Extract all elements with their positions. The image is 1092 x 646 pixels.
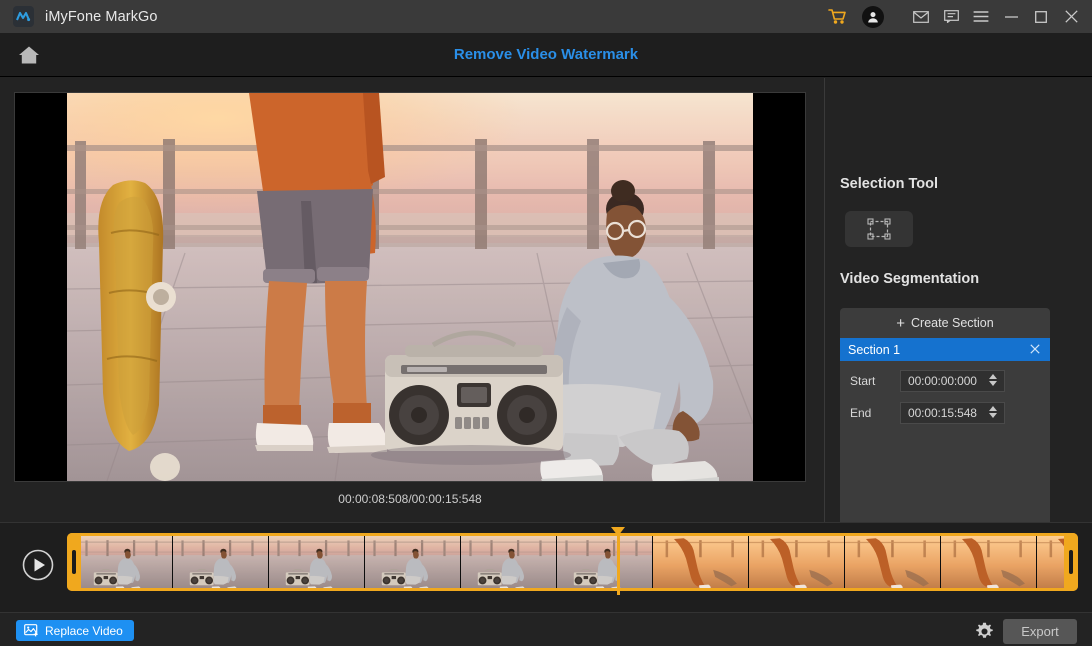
preview-timecode: 00:00:08:508/00:00:15:548 bbox=[338, 492, 482, 506]
stepper-arrows[interactable] bbox=[989, 406, 997, 418]
end-label: End bbox=[850, 406, 872, 420]
timeline-thumbnail bbox=[365, 536, 461, 588]
export-label: Export bbox=[1021, 624, 1059, 639]
replace-video-button[interactable]: Replace Video bbox=[16, 620, 134, 641]
handle-grip bbox=[72, 550, 76, 574]
end-field-row: End 00:00:15:548 bbox=[840, 402, 1050, 424]
plus-icon: + bbox=[896, 314, 906, 332]
feedback-icon[interactable] bbox=[936, 0, 966, 33]
start-field-row: Start 00:00:00:000 bbox=[840, 370, 1050, 392]
chevron-up-icon[interactable] bbox=[989, 374, 997, 379]
markgo-logo-icon bbox=[13, 6, 34, 27]
video-canvas[interactable] bbox=[15, 93, 805, 481]
timeline-thumbnail bbox=[653, 536, 749, 588]
section-row[interactable]: Section 1 bbox=[840, 338, 1050, 361]
video-preview[interactable] bbox=[14, 92, 806, 482]
video-frame bbox=[67, 93, 753, 481]
timeline-thumbnail bbox=[557, 536, 653, 588]
timeline-thumbnail bbox=[749, 536, 845, 588]
chevron-down-icon[interactable] bbox=[989, 413, 997, 418]
create-section-button[interactable]: + Create Section bbox=[840, 308, 1050, 338]
close-icon[interactable] bbox=[1027, 341, 1043, 357]
video-segmentation-heading: Video Segmentation bbox=[840, 271, 980, 287]
end-time-stepper[interactable]: 00:00:15:548 bbox=[900, 402, 1005, 424]
export-button[interactable]: Export bbox=[1003, 619, 1077, 644]
end-time-value: 00:00:15:548 bbox=[908, 406, 977, 420]
bottom-bar: Replace Video Export bbox=[0, 612, 1092, 646]
controls-spacer bbox=[892, 0, 906, 33]
section-name: Section 1 bbox=[848, 342, 901, 357]
menu-icon[interactable] bbox=[966, 0, 996, 33]
timeline-thumbnail bbox=[941, 536, 1037, 588]
maximize-icon[interactable] bbox=[1026, 0, 1056, 33]
page-title: Remove Video Watermark bbox=[453, 46, 639, 63]
trim-handle-left[interactable] bbox=[67, 533, 81, 591]
window-controls bbox=[820, 0, 1092, 33]
timeline-thumbnail bbox=[77, 536, 173, 588]
timeline-thumbnail bbox=[461, 536, 557, 588]
timeline-thumbnail bbox=[845, 536, 941, 588]
avatar bbox=[862, 5, 884, 28]
marquee-selection-icon[interactable] bbox=[845, 211, 913, 247]
main-content: 00:00:08:508/00:00:15:548 Selection Tool… bbox=[0, 78, 1092, 600]
app-window: iMyFone MarkGo Remove Video Watermark 00… bbox=[0, 0, 1092, 646]
playhead-line bbox=[616, 527, 620, 595]
handle-grip bbox=[1069, 550, 1073, 574]
selection-tool-heading: Selection Tool bbox=[840, 176, 939, 192]
chevron-down-icon[interactable] bbox=[989, 381, 997, 386]
minimize-icon[interactable] bbox=[996, 0, 1026, 33]
image-add-icon bbox=[24, 624, 39, 637]
stepper-arrows[interactable] bbox=[989, 374, 997, 386]
start-time-value: 00:00:00:000 bbox=[908, 374, 977, 388]
timeline-track[interactable] bbox=[67, 533, 1078, 591]
timeline-thumbnail bbox=[173, 536, 269, 588]
cart-icon[interactable] bbox=[820, 0, 854, 33]
timeline-area bbox=[0, 522, 1092, 612]
close-icon[interactable] bbox=[1056, 0, 1086, 33]
playhead[interactable] bbox=[611, 527, 625, 595]
mail-icon[interactable] bbox=[906, 0, 936, 33]
gear-icon[interactable] bbox=[974, 621, 994, 641]
app-title: iMyFone MarkGo bbox=[45, 8, 158, 25]
title-bar: iMyFone MarkGo bbox=[0, 0, 1092, 33]
nav-bar: Remove Video Watermark bbox=[0, 33, 1092, 77]
trim-handle-right[interactable] bbox=[1064, 533, 1078, 591]
start-time-stepper[interactable]: 00:00:00:000 bbox=[900, 370, 1005, 392]
play-icon[interactable] bbox=[22, 549, 54, 581]
create-section-label: Create Section bbox=[911, 316, 994, 330]
thumbnail-strip bbox=[77, 536, 1074, 588]
replace-video-label: Replace Video bbox=[45, 623, 123, 638]
start-label: Start bbox=[850, 374, 876, 388]
panel-divider bbox=[824, 78, 825, 522]
account-avatar-icon[interactable] bbox=[854, 0, 892, 33]
home-icon[interactable] bbox=[12, 33, 46, 77]
timeline-thumbnail bbox=[269, 536, 365, 588]
chevron-up-icon[interactable] bbox=[989, 406, 997, 411]
